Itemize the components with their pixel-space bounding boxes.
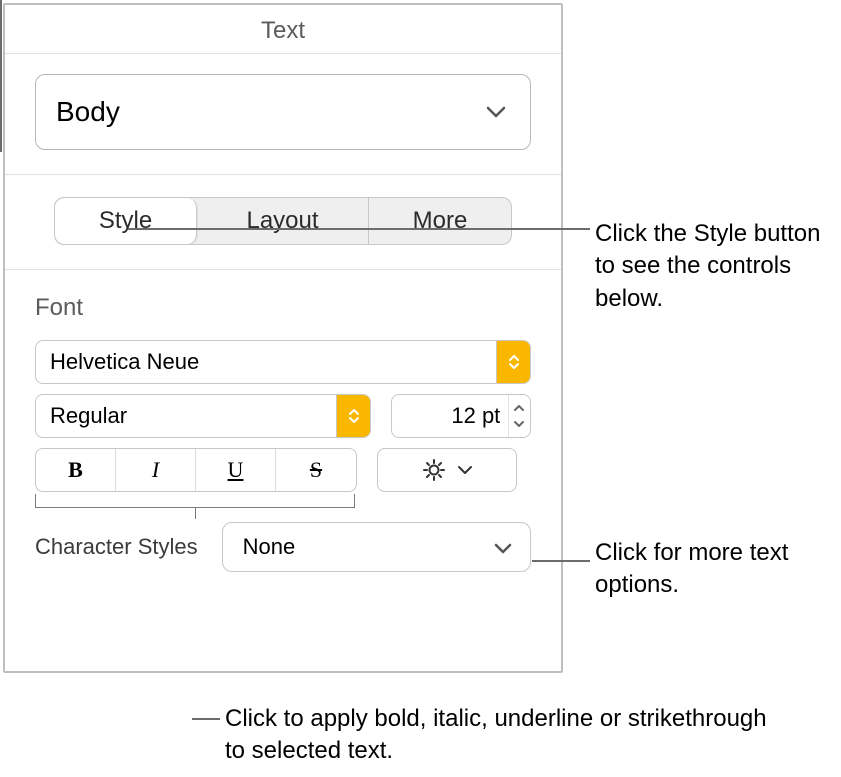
paragraph-style-row: Body [5,54,561,175]
text-inspector-panel: Text Body Style Layout More Font Helveti… [3,3,563,673]
paragraph-style-label: Body [56,96,120,128]
font-family-popup[interactable]: Helvetica Neue [35,340,531,384]
font-size-stepper [508,395,530,437]
chevron-down-icon [457,465,473,475]
callout-bius: Click to apply bold, italic, underline o… [225,703,785,768]
underline-button[interactable]: U [196,449,276,491]
bold-button[interactable]: B [36,449,116,491]
bius-bracket [35,494,355,508]
font-size-step-down[interactable] [509,417,528,431]
callout-leader [128,228,590,230]
font-size-field[interactable] [391,394,531,438]
updown-icon [336,395,370,437]
callout-leader [192,718,220,720]
character-styles-row: Character Styles None [35,522,531,572]
advanced-options-button[interactable] [377,448,517,492]
font-section: Font Helvetica Neue Regular [5,270,561,572]
callout-gear: Click for more text options. [595,537,825,602]
strikethrough-button[interactable]: S [276,449,356,491]
updown-icon [496,341,530,383]
paragraph-style-popup[interactable]: Body [35,74,531,150]
font-weight-popup[interactable]: Regular [35,394,371,438]
chevron-down-icon [494,534,512,560]
font-family-label: Helvetica Neue [36,349,496,375]
chevron-down-icon [486,106,506,118]
character-style-value: None [243,534,296,560]
font-weight-label: Regular [36,403,336,429]
font-size-input[interactable] [392,403,508,429]
character-style-popup[interactable]: None [222,522,531,572]
style-layout-more-segmented: Style Layout More [54,197,512,245]
gear-icon [421,457,447,483]
tab-layout[interactable]: Layout [197,198,369,244]
character-styles-label: Character Styles [35,534,198,560]
tabs-row: Style Layout More [5,175,561,270]
font-size-step-up[interactable] [509,401,528,415]
callout-leader [0,0,2,34]
bius-segmented: B I U S [35,448,357,492]
callout-style-tab: Click the Style button to see the contro… [595,218,830,315]
callout-leader [532,560,590,562]
font-section-label: Font [35,294,531,322]
panel-title: Text [5,5,561,54]
italic-button[interactable]: I [116,449,196,491]
tab-style[interactable]: Style [55,198,197,244]
callout-leader [0,34,2,152]
tab-more[interactable]: More [369,198,511,244]
